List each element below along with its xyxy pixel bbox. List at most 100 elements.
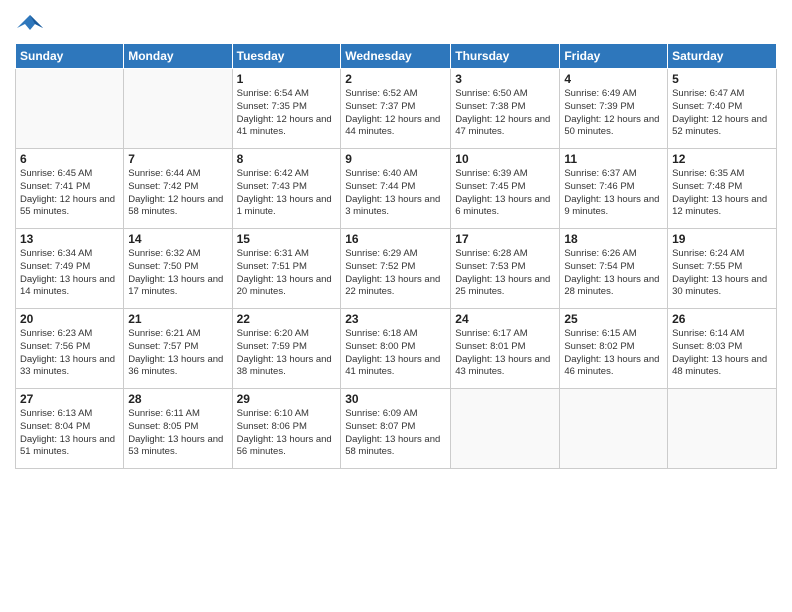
calendar-cell: 18 Sunrise: 6:26 AM Sunset: 7:54 PM Dayli…	[560, 229, 668, 309]
col-thursday: Thursday	[451, 44, 560, 69]
calendar-cell	[451, 389, 560, 469]
calendar-cell: 20 Sunrise: 6:23 AM Sunset: 7:56 PM Dayli…	[16, 309, 124, 389]
logo	[15, 10, 49, 35]
day-number: 29	[237, 392, 337, 406]
calendar-cell: 22 Sunrise: 6:20 AM Sunset: 7:59 PM Dayli…	[232, 309, 341, 389]
day-info: Sunrise: 6:18 AM Sunset: 8:00 PM Dayligh…	[345, 328, 446, 379]
day-number: 1	[237, 72, 337, 86]
day-info: Sunrise: 6:26 AM Sunset: 7:54 PM Dayligh…	[564, 248, 663, 299]
day-info: Sunrise: 6:15 AM Sunset: 8:02 PM Dayligh…	[564, 328, 663, 379]
col-tuesday: Tuesday	[232, 44, 341, 69]
calendar-week-row: 6 Sunrise: 6:45 AM Sunset: 7:41 PM Daylig…	[16, 149, 777, 229]
day-info: Sunrise: 6:47 AM Sunset: 7:40 PM Dayligh…	[672, 88, 772, 139]
calendar-cell: 6 Sunrise: 6:45 AM Sunset: 7:41 PM Daylig…	[16, 149, 124, 229]
col-friday: Friday	[560, 44, 668, 69]
calendar-cell: 16 Sunrise: 6:29 AM Sunset: 7:52 PM Dayli…	[341, 229, 451, 309]
day-number: 5	[672, 72, 772, 86]
day-number: 6	[20, 152, 119, 166]
calendar-cell: 24 Sunrise: 6:17 AM Sunset: 8:01 PM Dayli…	[451, 309, 560, 389]
day-number: 8	[237, 152, 337, 166]
calendar-cell: 30 Sunrise: 6:09 AM Sunset: 8:07 PM Dayli…	[341, 389, 451, 469]
day-info: Sunrise: 6:35 AM Sunset: 7:48 PM Dayligh…	[672, 168, 772, 219]
calendar-cell: 29 Sunrise: 6:10 AM Sunset: 8:06 PM Dayli…	[232, 389, 341, 469]
col-saturday: Saturday	[668, 44, 777, 69]
day-info: Sunrise: 6:21 AM Sunset: 7:57 PM Dayligh…	[128, 328, 227, 379]
day-number: 3	[455, 72, 555, 86]
day-number: 4	[564, 72, 663, 86]
day-info: Sunrise: 6:42 AM Sunset: 7:43 PM Dayligh…	[237, 168, 337, 219]
day-info: Sunrise: 6:37 AM Sunset: 7:46 PM Dayligh…	[564, 168, 663, 219]
day-number: 19	[672, 232, 772, 246]
day-info: Sunrise: 6:44 AM Sunset: 7:42 PM Dayligh…	[128, 168, 227, 219]
day-info: Sunrise: 6:40 AM Sunset: 7:44 PM Dayligh…	[345, 168, 446, 219]
header	[15, 10, 777, 35]
day-number: 14	[128, 232, 227, 246]
calendar-cell	[668, 389, 777, 469]
col-wednesday: Wednesday	[341, 44, 451, 69]
day-info: Sunrise: 6:54 AM Sunset: 7:35 PM Dayligh…	[237, 88, 337, 139]
day-number: 16	[345, 232, 446, 246]
day-info: Sunrise: 6:29 AM Sunset: 7:52 PM Dayligh…	[345, 248, 446, 299]
day-number: 25	[564, 312, 663, 326]
day-info: Sunrise: 6:17 AM Sunset: 8:01 PM Dayligh…	[455, 328, 555, 379]
day-info: Sunrise: 6:50 AM Sunset: 7:38 PM Dayligh…	[455, 88, 555, 139]
col-sunday: Sunday	[16, 44, 124, 69]
calendar-cell: 15 Sunrise: 6:31 AM Sunset: 7:51 PM Dayli…	[232, 229, 341, 309]
day-info: Sunrise: 6:52 AM Sunset: 7:37 PM Dayligh…	[345, 88, 446, 139]
day-info: Sunrise: 6:45 AM Sunset: 7:41 PM Dayligh…	[20, 168, 119, 219]
day-info: Sunrise: 6:39 AM Sunset: 7:45 PM Dayligh…	[455, 168, 555, 219]
day-info: Sunrise: 6:09 AM Sunset: 8:07 PM Dayligh…	[345, 408, 446, 459]
day-number: 20	[20, 312, 119, 326]
calendar-week-row: 1 Sunrise: 6:54 AM Sunset: 7:35 PM Daylig…	[16, 69, 777, 149]
calendar-cell: 19 Sunrise: 6:24 AM Sunset: 7:55 PM Dayli…	[668, 229, 777, 309]
day-number: 9	[345, 152, 446, 166]
day-number: 13	[20, 232, 119, 246]
calendar-cell	[16, 69, 124, 149]
calendar-week-row: 27Sunrise: 6:13 AM Sunset: 8:04 PM Dayli…	[16, 389, 777, 469]
day-number: 28	[128, 392, 227, 406]
calendar-cell: 1 Sunrise: 6:54 AM Sunset: 7:35 PM Daylig…	[232, 69, 341, 149]
day-number: 2	[345, 72, 446, 86]
day-info: Sunrise: 6:10 AM Sunset: 8:06 PM Dayligh…	[237, 408, 337, 459]
calendar-cell: 25 Sunrise: 6:15 AM Sunset: 8:02 PM Dayli…	[560, 309, 668, 389]
day-number: 7	[128, 152, 227, 166]
calendar-cell: 14Sunrise: 6:32 AM Sunset: 7:50 PM Dayli…	[124, 229, 232, 309]
day-number: 24	[455, 312, 555, 326]
day-number: 21	[128, 312, 227, 326]
day-info: Sunrise: 6:20 AM Sunset: 7:59 PM Dayligh…	[237, 328, 337, 379]
calendar-cell: 27Sunrise: 6:13 AM Sunset: 8:04 PM Dayli…	[16, 389, 124, 469]
logo-icon	[15, 10, 45, 35]
page: Sunday Monday Tuesday Wednesday Thursday…	[0, 0, 792, 612]
day-number: 17	[455, 232, 555, 246]
day-info: Sunrise: 6:14 AM Sunset: 8:03 PM Dayligh…	[672, 328, 772, 379]
day-number: 26	[672, 312, 772, 326]
day-number: 15	[237, 232, 337, 246]
day-number: 23	[345, 312, 446, 326]
calendar-cell: 11 Sunrise: 6:37 AM Sunset: 7:46 PM Dayli…	[560, 149, 668, 229]
day-info: Sunrise: 6:49 AM Sunset: 7:39 PM Dayligh…	[564, 88, 663, 139]
day-info: Sunrise: 6:24 AM Sunset: 7:55 PM Dayligh…	[672, 248, 772, 299]
calendar-week-row: 13Sunrise: 6:34 AM Sunset: 7:49 PM Dayli…	[16, 229, 777, 309]
day-info: Sunrise: 6:13 AM Sunset: 8:04 PM Dayligh…	[20, 408, 119, 459]
calendar-cell: 13Sunrise: 6:34 AM Sunset: 7:49 PM Dayli…	[16, 229, 124, 309]
day-info: Sunrise: 6:23 AM Sunset: 7:56 PM Dayligh…	[20, 328, 119, 379]
calendar-cell: 10 Sunrise: 6:39 AM Sunset: 7:45 PM Dayli…	[451, 149, 560, 229]
calendar-cell: 2 Sunrise: 6:52 AM Sunset: 7:37 PM Daylig…	[341, 69, 451, 149]
day-number: 22	[237, 312, 337, 326]
calendar-cell: 3 Sunrise: 6:50 AM Sunset: 7:38 PM Daylig…	[451, 69, 560, 149]
calendar-cell	[560, 389, 668, 469]
calendar-table: Sunday Monday Tuesday Wednesday Thursday…	[15, 43, 777, 469]
day-number: 12	[672, 152, 772, 166]
day-number: 30	[345, 392, 446, 406]
day-info: Sunrise: 6:11 AM Sunset: 8:05 PM Dayligh…	[128, 408, 227, 459]
calendar-cell: 23 Sunrise: 6:18 AM Sunset: 8:00 PM Dayli…	[341, 309, 451, 389]
day-number: 18	[564, 232, 663, 246]
day-info: Sunrise: 6:31 AM Sunset: 7:51 PM Dayligh…	[237, 248, 337, 299]
calendar-cell: 9 Sunrise: 6:40 AM Sunset: 7:44 PM Daylig…	[341, 149, 451, 229]
day-number: 10	[455, 152, 555, 166]
day-info: Sunrise: 6:28 AM Sunset: 7:53 PM Dayligh…	[455, 248, 555, 299]
calendar-cell: 7 Sunrise: 6:44 AM Sunset: 7:42 PM Daylig…	[124, 149, 232, 229]
calendar-cell: 28 Sunrise: 6:11 AM Sunset: 8:05 PM Dayli…	[124, 389, 232, 469]
calendar-cell: 4 Sunrise: 6:49 AM Sunset: 7:39 PM Daylig…	[560, 69, 668, 149]
day-number: 11	[564, 152, 663, 166]
